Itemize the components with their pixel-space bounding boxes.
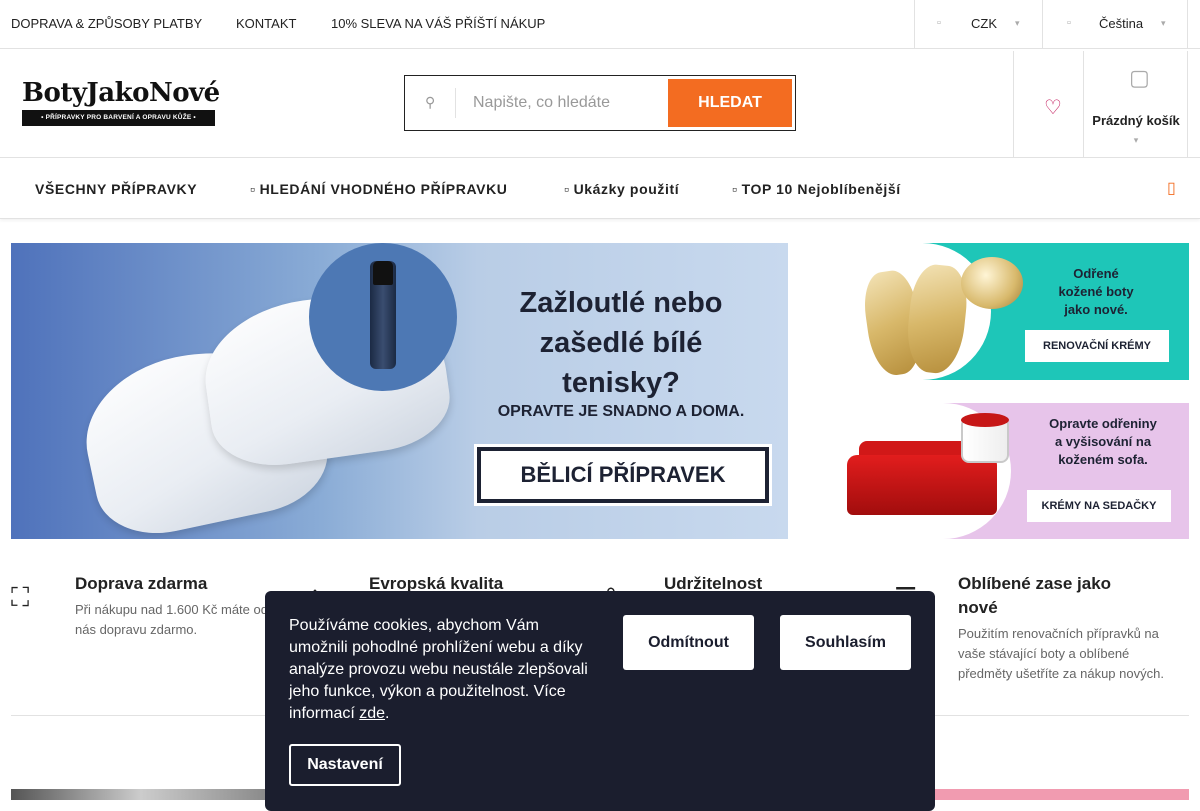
nav-item-product-finder[interactable]: ▫ HLEDÁNÍ VHODNÉHO PŘÍPRAVKU — [250, 181, 508, 197]
nav-item-label: VŠECHNY PŘÍPRAVKY — [35, 181, 198, 197]
hero-banner[interactable]: Zažloutlé nebo zašedlé bílé tenisky? OPR… — [11, 243, 788, 539]
tin-lid — [961, 413, 1009, 427]
cart-label: Prázdný košík — [1092, 113, 1180, 128]
benefit-description: Při nákupu nad 1.600 Kč máte od nás dopr… — [75, 602, 268, 637]
cookie-info-link[interactable]: zde — [359, 705, 385, 722]
divider — [1187, 0, 1188, 48]
hero-title: Zažloutlé nebo zašedlé bílé tenisky? — [451, 283, 788, 403]
discount-link[interactable]: 10% SLEVA NA VÁŠ PŘÍŠTÍ NÁKUP — [331, 16, 545, 31]
cookie-text: Používáme cookies, abychom Vám umožnili … — [289, 615, 599, 725]
search-button[interactable]: HLEDAT — [668, 79, 792, 127]
banner-title-line: a vyšisování na — [1054, 434, 1152, 449]
hero-title-line: Zažloutlé nebo — [519, 287, 723, 319]
truck-icon: ⛶ — [11, 582, 30, 612]
chevron-down-icon: ▾ — [1015, 18, 1020, 28]
search-bar: ⚲ HLEDAT — [404, 75, 796, 131]
decline-button[interactable]: Odmítnout — [623, 615, 754, 670]
top-bar: DOPRAVA & ZPŮSOBY PLATBY KONTAKT 10% SLE… — [0, 0, 1200, 49]
image-icon: ▫ — [564, 181, 570, 197]
nav-item-label: HLEDÁNÍ VHODNÉHO PŘÍPRAVKU — [259, 181, 508, 197]
banner-title-line: kožené boty — [1058, 284, 1134, 299]
benefit-description: Použitím renovačních přípravků na vaše s… — [958, 626, 1164, 681]
hero-cta-button[interactable]: BĚLICÍ PŘÍPRAVEK — [474, 444, 772, 506]
menu-more-icon[interactable]: ▯ — [1167, 178, 1176, 198]
banner-title-line: jako nové. — [1064, 302, 1128, 317]
heart-icon: ♡ — [1044, 97, 1062, 119]
language-icon: ▫ — [1067, 17, 1071, 29]
nav-item-top-10[interactable]: ▫ TOP 10 Nejoblíbenější — [732, 181, 901, 197]
currency-icon: ▫ — [937, 17, 941, 29]
currency-selector[interactable]: ▫ CZK ▾ — [914, 0, 1042, 48]
divider — [455, 88, 456, 118]
cart-icon: ▢ — [1129, 65, 1150, 90]
cookie-settings-button[interactable]: Nastavení — [289, 744, 401, 786]
nav-item-usage-examples[interactable]: ▫ Ukázky použití — [564, 181, 679, 197]
side-banner-button[interactable]: RENOVAČNÍ KRÉMY — [1025, 330, 1169, 362]
side-banner-title: Opravte odřeniny a vyšisování na koženém… — [1023, 415, 1183, 469]
cream-tin-image — [961, 413, 1009, 463]
cream-tin-image — [961, 257, 1023, 309]
benefit-title: Doprava zdarma — [75, 574, 208, 593]
banner-title-line: koženém sofa. — [1058, 452, 1148, 467]
nav-item-all-products[interactable]: VŠECHNY PŘÍPRAVKY — [35, 181, 197, 197]
side-banner-button[interactable]: KRÉMY NA SEDAČKY — [1027, 490, 1171, 522]
benefit-title: Oblíbené zase jako nové — [958, 574, 1112, 617]
product-image[interactable] — [11, 789, 271, 800]
star-icon: ▫ — [732, 181, 738, 197]
banner-title-line: Odřené — [1073, 266, 1119, 281]
side-banner-sofa[interactable]: Opravte odřeniny a vyšisování na koženém… — [811, 403, 1189, 539]
contact-link[interactable]: KONTAKT — [236, 16, 296, 31]
product-image[interactable] — [930, 789, 1189, 800]
nav-item-label: Ukázky použití — [573, 181, 680, 197]
sofa-image — [847, 455, 997, 515]
logo[interactable]: BotyJakoNové • PŘÍPRAVKY PRO BARVENÍ A O… — [22, 78, 220, 130]
language-value: Čeština — [1099, 16, 1144, 31]
hero-subtitle: OPRAVTE JE SNADNO A DOMA. — [497, 403, 745, 420]
chevron-down-icon: ▾ — [1161, 18, 1166, 28]
side-banner-title: Odřené kožené boty jako nové. — [1021, 265, 1171, 319]
banner-title-line: Opravte odřeniny — [1049, 416, 1157, 431]
nav-item-label: TOP 10 Nejoblíbenější — [741, 181, 901, 197]
cookie-consent-dialog: Používáme cookies, abychom Vám umožnili … — [265, 591, 935, 811]
side-banner-shoes[interactable]: Odřené kožené boty jako nové. RENOVAČNÍ … — [811, 243, 1189, 380]
hero-title-line: zašedlé bílé — [539, 327, 703, 359]
cart-button[interactable]: ▢ Prázdný košík ▾ — [1083, 51, 1188, 157]
main-navigation: VŠECHNY PŘÍPRAVKY ▫ HLEDÁNÍ VHODNÉHO PŘÍP… — [0, 158, 1200, 219]
logo-tagline: • PŘÍPRAVKY PRO BARVENÍ A OPRAVU KŮŽE • — [22, 110, 215, 126]
cookie-message: Používáme cookies, abychom Vám umožnili … — [289, 617, 588, 722]
accept-button[interactable]: Souhlasím — [780, 615, 911, 670]
cookie-punctuation: . — [385, 705, 390, 722]
language-selector[interactable]: ▫ Čeština ▾ — [1042, 0, 1187, 48]
search-input[interactable] — [473, 86, 663, 120]
header: BotyJakoNové • PŘÍPRAVKY PRO BARVENÍ A O… — [0, 49, 1200, 158]
search-icon: ▫ — [250, 181, 256, 197]
favorites-button[interactable]: ♡ — [1013, 51, 1083, 157]
hero-title-line: tenisky? — [562, 367, 680, 399]
bottle-cap — [373, 261, 393, 285]
shipping-payment-link[interactable]: DOPRAVA & ZPŮSOBY PLATBY — [11, 16, 202, 31]
currency-value: CZK — [971, 16, 997, 31]
search-icon: ⚲ — [425, 94, 436, 110]
logo-name: BotyJakoNové — [22, 78, 220, 108]
chevron-down-icon: ▾ — [1133, 135, 1139, 145]
